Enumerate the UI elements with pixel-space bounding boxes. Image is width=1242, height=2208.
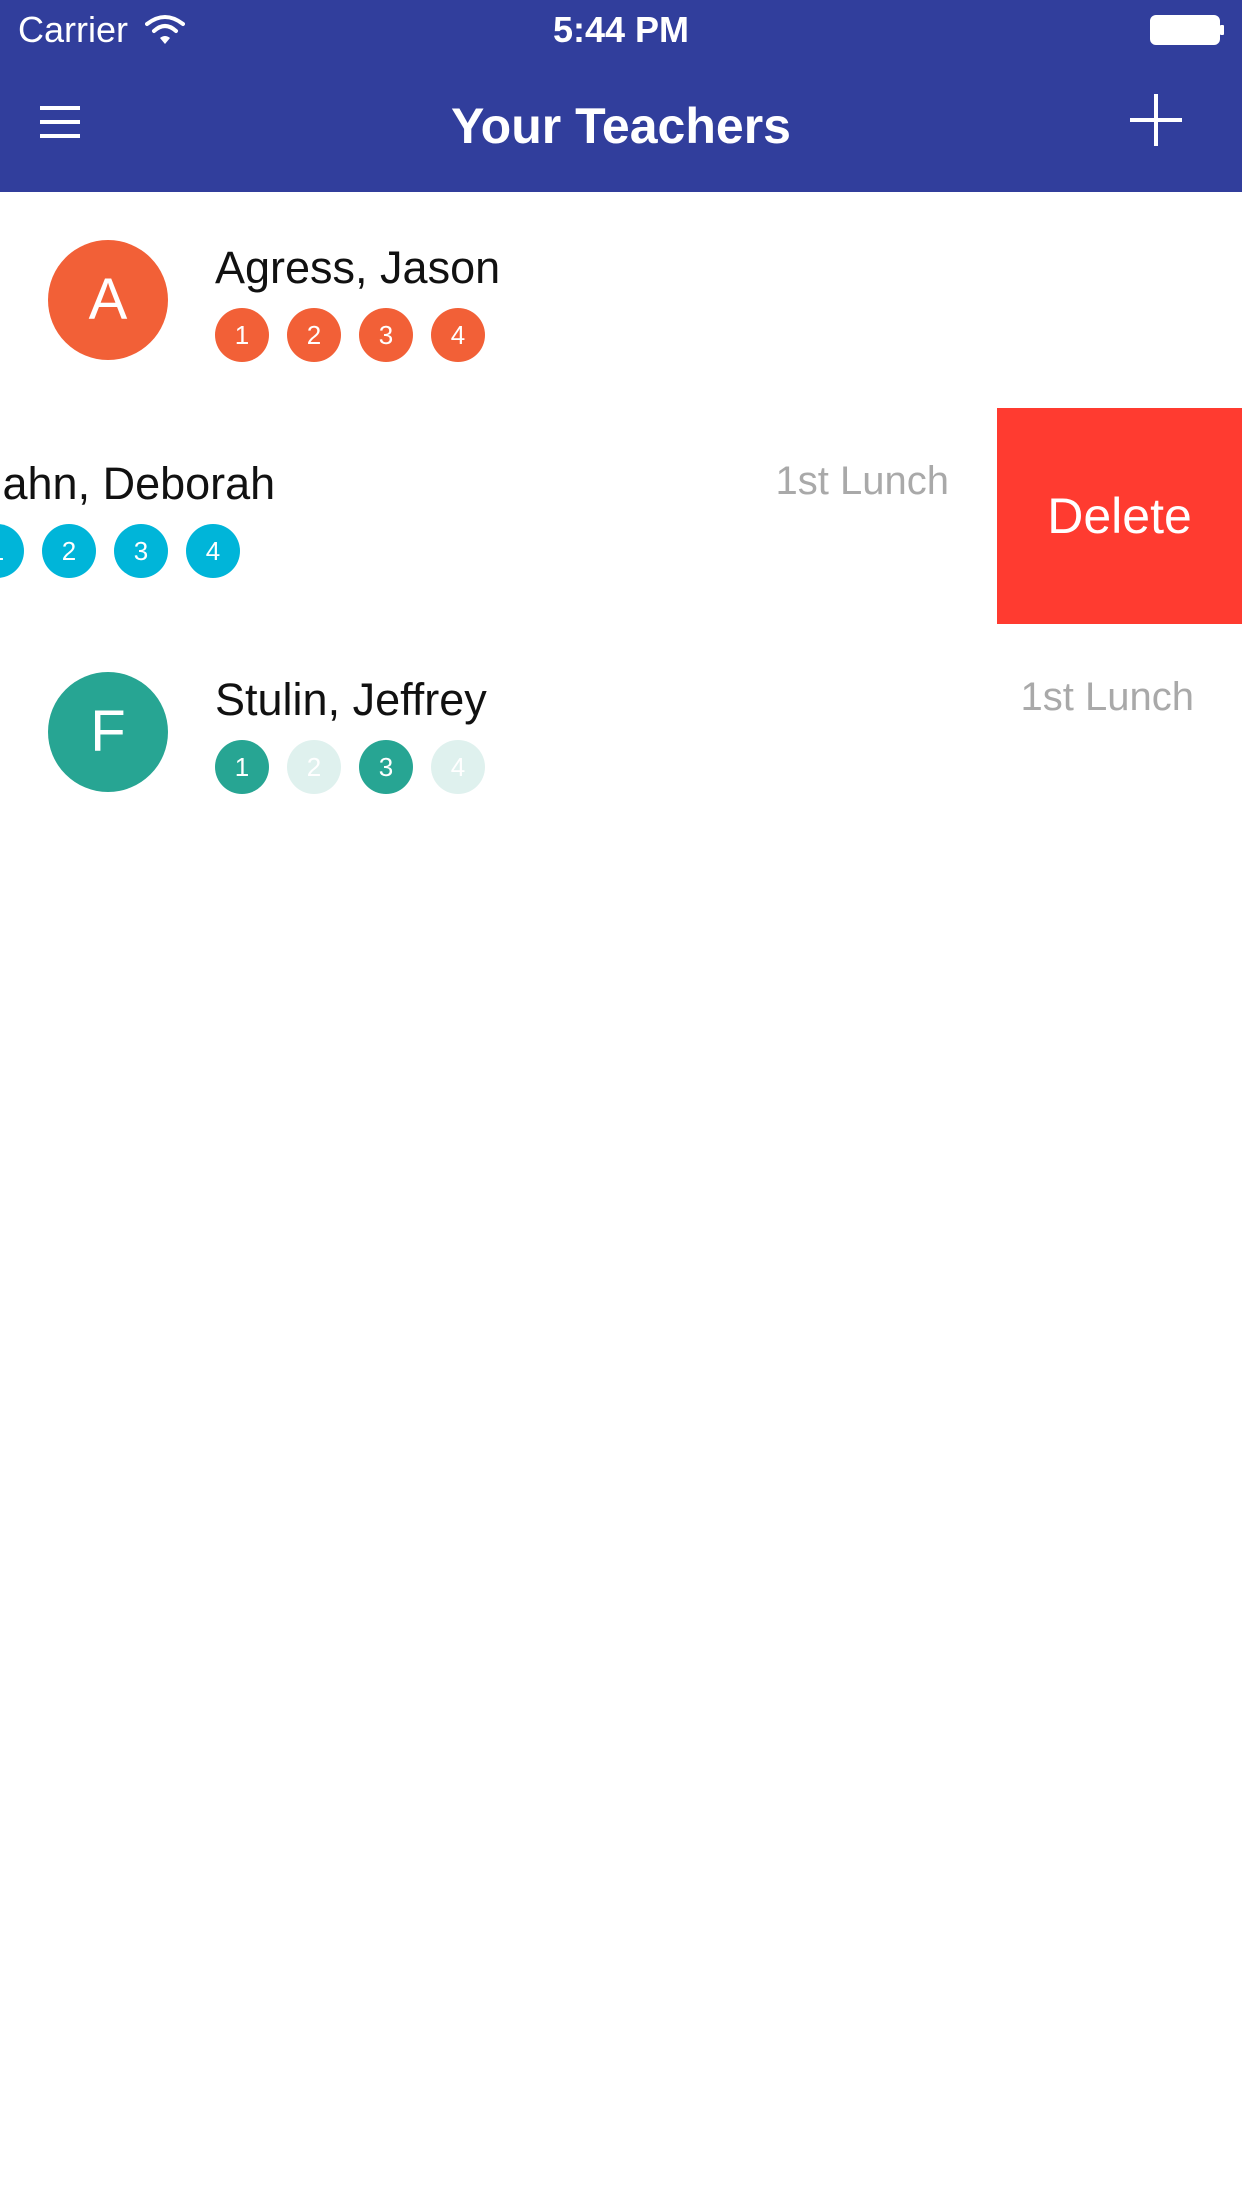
page-title: Your Teachers xyxy=(451,98,791,154)
navigation-bar: Your Teachers xyxy=(0,60,1242,192)
period-badge: 3 xyxy=(359,740,413,794)
period-badge: 1 xyxy=(215,308,269,362)
teacher-row[interactable]: F Stulin, Jeffrey 1st Lunch 1 2 3 4 xyxy=(0,624,1242,840)
plus-icon[interactable] xyxy=(1128,92,1184,148)
teacher-name: Stulin, Jeffrey xyxy=(215,674,487,725)
teacher-name: Hahn, Deborah xyxy=(0,458,276,509)
teacher-avatar: A xyxy=(48,240,168,360)
teacher-row-content[interactable]: Hahn, Deborah 1st Lunch 1234 xyxy=(0,408,997,624)
status-bar: Carrier 5:44 PM xyxy=(0,0,1242,60)
teacher-name: Agress, Jason xyxy=(215,242,501,293)
period-badge: 2 xyxy=(42,524,96,578)
teacher-row[interactable]: A Agress, Jason 1 2 3 4 xyxy=(0,192,1242,408)
lunch-label: 1st Lunch xyxy=(1020,675,1194,719)
lunch-label: 1st Lunch xyxy=(775,459,949,503)
period-badge: 2 xyxy=(287,308,341,362)
period-badge: 4 xyxy=(186,524,240,578)
teacher-row-content[interactable]: F Stulin, Jeffrey 1st Lunch 1 2 3 4 xyxy=(0,624,1242,840)
teacher-row[interactable]: Hahn, Deborah 1st Lunch 1234 Delete xyxy=(0,408,1242,624)
period-badge: 2 xyxy=(287,740,341,794)
period-badge: 1 xyxy=(0,524,24,578)
app-header: Carrier 5:44 PM Your Teachers xyxy=(0,0,1242,192)
period-badge: 3 xyxy=(359,308,413,362)
period-badge: 1 xyxy=(215,740,269,794)
teacher-row-content[interactable]: A Agress, Jason 1 2 3 4 xyxy=(0,192,1242,408)
teacher-avatar: F xyxy=(48,672,168,792)
period-badge: 4 xyxy=(431,740,485,794)
delete-button[interactable]: Delete xyxy=(997,408,1242,624)
status-time: 5:44 PM xyxy=(552,9,690,50)
period-badge: 3 xyxy=(114,524,168,578)
battery-icon xyxy=(1150,15,1224,45)
period-badge: 4 xyxy=(431,308,485,362)
